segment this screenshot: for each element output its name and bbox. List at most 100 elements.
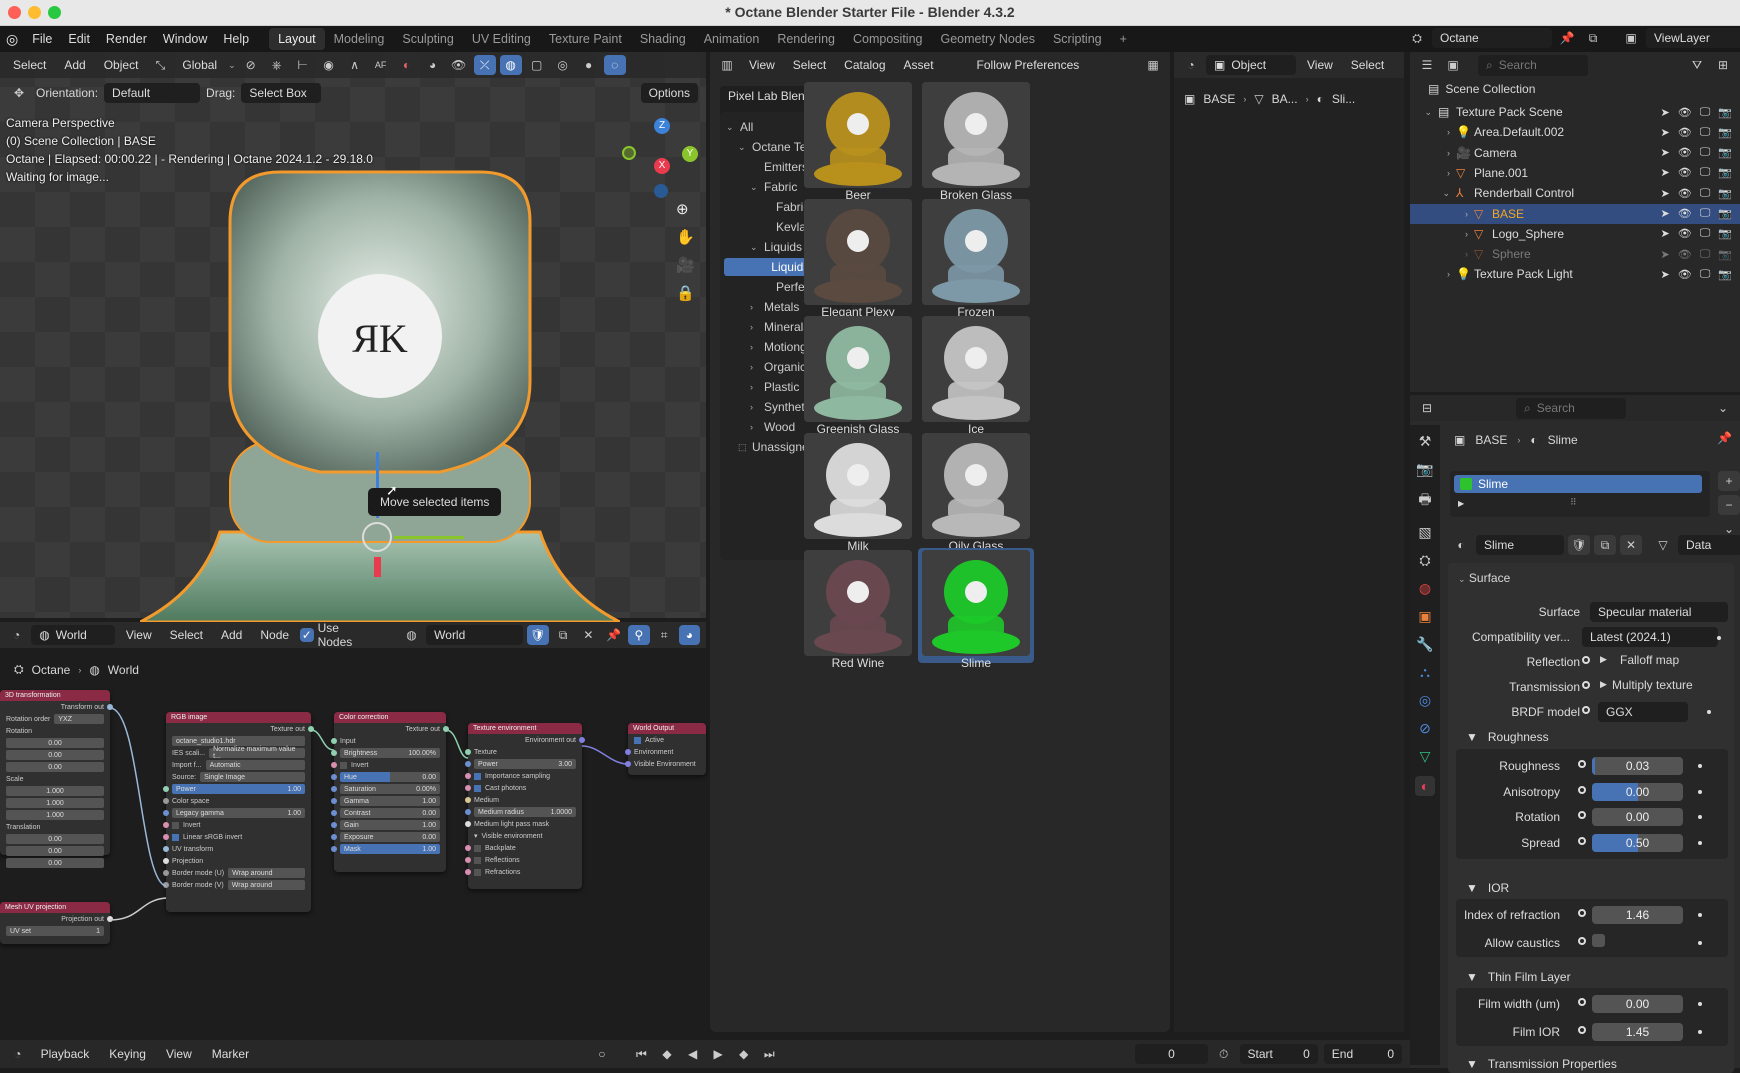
link-socket-icon[interactable] [1578,998,1586,1006]
physics-tab-icon[interactable]: ◎ [1419,692,1431,709]
node-mesh-uv-projection[interactable]: Mesh UV projection Projection out UV set… [0,902,113,944]
snap-icon[interactable]: ⎈ [266,55,288,75]
link-socket-icon[interactable] [1582,656,1590,664]
proportional-editing-icon[interactable]: ◉ [318,55,340,75]
outliner-search-input[interactable]: ⌕ Search [1478,54,1588,76]
constraints-tab-icon[interactable]: ⊘ [1419,720,1431,737]
tab-geometry-nodes[interactable]: Geometry Nodes [931,28,1043,50]
marker-menu[interactable]: Marker [205,1044,256,1064]
node-select-menu[interactable]: Select [163,625,210,645]
filter-view-icon[interactable]: ▣ [1442,55,1464,75]
node-texture-environment[interactable]: Texture environment Environment out Text… [465,723,585,889]
link-socket-icon[interactable] [1578,785,1586,794]
menu-window[interactable]: Window [155,32,215,46]
chevron-right-icon[interactable]: › [1410,269,1456,279]
render-camera-icon[interactable]: 📷 [1718,248,1732,261]
asset-tile[interactable]: Frozen [918,197,1034,319]
roughness-section-header[interactable]: ▼ Roughness [1466,730,1549,744]
pin-icon[interactable]: 📌 [1556,28,1578,48]
projection-out-socket[interactable] [107,916,113,922]
keyframe-dot[interactable] [1698,789,1702,794]
keyframe-dot[interactable] [1698,941,1702,945]
falloff-icon[interactable]: ∧ [344,55,366,75]
selectable-icon[interactable]: ➤ [1661,227,1670,240]
power-field[interactable]: Power 1.00 [172,784,305,794]
eye-icon[interactable]: 👁 [1678,106,1692,119]
expand-triangle-icon[interactable]: ▶ [1600,654,1607,665]
reflections-checkbox[interactable] [474,856,481,864]
uv-transform-socket[interactable]: UV transform [172,846,213,853]
asset-tile[interactable]: Elegant Plexy [800,197,916,319]
keyframe-dot[interactable] [1717,636,1721,640]
node-rgb-image[interactable]: RGB image Texture out octane_studio1.hdr… [163,712,314,912]
scale-x-field[interactable]: 1.000 [6,786,104,796]
next-keyframe-icon[interactable]: ◆ [734,1044,754,1064]
hue-field[interactable]: Hue 0.00 [340,772,440,782]
editor-type-icon[interactable]: ◔ [6,625,27,645]
move-tool-icon[interactable]: ✥ [8,83,30,103]
asset-tile[interactable]: Broken Glass [918,80,1034,202]
border-mode-u-dropdown[interactable]: Wrap around [228,868,305,878]
lock-icon[interactable]: 🔒 [676,284,695,302]
transform-gizmo[interactable] [362,522,392,552]
asset-tile[interactable]: Slime [918,548,1034,670]
visible-environment-socket[interactable]: Visible Environment [634,761,696,768]
use-nodes-checkbox[interactable]: ✓ [300,628,314,642]
link-socket-icon[interactable] [1582,706,1590,714]
drag-dropdown[interactable]: Select Box [241,83,322,103]
mask-field[interactable]: Mask 1.00 [340,844,440,854]
jump-start-icon[interactable]: ⏮ [632,1044,652,1064]
transmission-properties-header[interactable]: ▼ Transmission Properties [1466,1057,1617,1071]
viewport-select-menu[interactable]: Select [6,55,53,75]
medium-socket[interactable]: Medium [474,797,499,804]
viewport-icon[interactable]: 🖵 [1700,187,1711,200]
collapse-triangle-icon[interactable]: ▾ [474,832,478,840]
backplate-checkbox[interactable] [474,844,481,852]
input-socket[interactable]: Input [340,738,356,745]
ies-scaling-dropdown[interactable]: Normalize maximum value t... [209,746,305,760]
asset-tile[interactable]: Ice [918,314,1034,436]
rotation-z-field[interactable]: 0.00 [6,762,104,772]
catalog-item[interactable]: ⌄ Fabric [750,178,797,196]
selectable-icon[interactable]: ➤ [1661,106,1670,119]
node-overlay-icon[interactable]: ⚲ [628,625,650,645]
menu-help[interactable]: Help [215,32,257,46]
reflection-value[interactable]: Falloff map [1620,653,1679,667]
view-layer-icon[interactable]: ▣ [1620,28,1642,48]
viewport-icon[interactable]: 🖵 [1700,146,1711,159]
asset-tile[interactable]: Beer [800,80,916,202]
chevron-right-icon[interactable]: › [1410,168,1456,178]
chevron-right-icon[interactable]: › [1410,148,1456,158]
material-browse-icon[interactable]: ◐ [1450,535,1472,555]
refractions-checkbox[interactable] [474,868,481,876]
outliner-row[interactable]: ⌄ ⅄ Renderball Control ➤ 👁 🖵 📷 [1410,183,1740,203]
gizmo-x-axis[interactable]: X [654,158,670,174]
link-socket-icon[interactable] [1582,681,1590,689]
shading-wireframe-icon[interactable]: ◎ [552,55,574,75]
keyframe-dot[interactable] [1698,764,1702,768]
compatibility-version-dropdown[interactable]: Latest (2024.1) [1582,627,1718,647]
render-camera-icon[interactable]: 📷 [1718,126,1732,139]
gizmo-neg-z-axis[interactable] [654,184,668,198]
scale-z-field[interactable]: 1.000 [6,810,104,820]
asset-view-menu[interactable]: View [742,55,782,75]
keying-menu[interactable]: Keying [102,1044,153,1064]
exposure-field[interactable]: Exposure 0.00 [340,832,440,842]
orientation-dropdown[interactable]: Default [104,83,201,103]
catalog-item[interactable]: › Organic [750,358,806,376]
tab-texture-paint[interactable]: Texture Paint [540,28,631,50]
link-socket-icon[interactable] [1578,909,1586,917]
duplicate-material-icon[interactable]: ⧉ [1594,535,1616,555]
gizmo-toggle-icon[interactable]: ⤫ [473,55,496,75]
eye-icon[interactable]: 👁 [1678,268,1692,281]
zoom-icon[interactable]: ⊕ [676,200,695,218]
chevron-right-icon[interactable]: › [1410,209,1474,219]
particles-tab-icon[interactable]: ⛬ [1420,664,1430,681]
shader-node-editor[interactable]: ◔ ◍ World View Select Add Node ✓ Use Node… [0,621,706,1032]
world-tab-icon[interactable]: ◍ [1419,580,1431,597]
editor-type-icon[interactable]: ⊟ [1416,398,1438,418]
eye-icon[interactable]: 👁 [1678,166,1692,179]
asset-select-menu[interactable]: Select [786,55,833,75]
world-browse-icon[interactable]: ◍ [401,625,422,645]
asset-catalog-menu[interactable]: Catalog [837,55,892,75]
